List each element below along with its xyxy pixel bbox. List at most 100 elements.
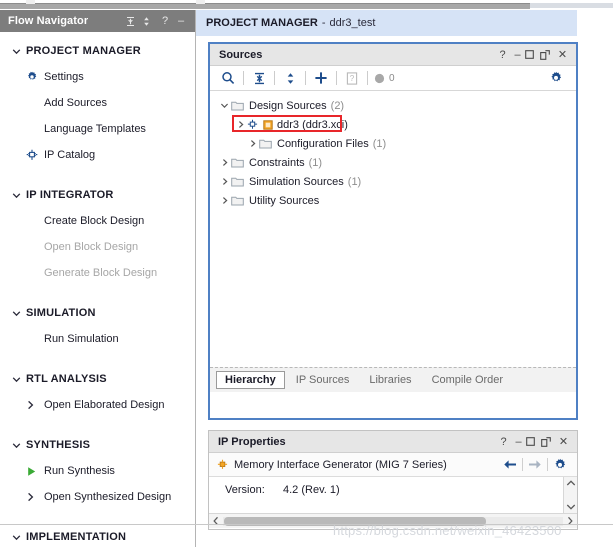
plus-icon[interactable] [309, 66, 333, 90]
flow-navigator-body: PROJECT MANAGER Settings Add Sources Lan… [0, 32, 195, 547]
sidebar-section-simulation[interactable]: SIMULATION [0, 300, 195, 326]
maximize-icon[interactable] [525, 50, 540, 59]
sidebar-item-run-synthesis[interactable]: Run Synthesis [0, 458, 195, 484]
tab-ip-sources[interactable]: IP Sources [287, 371, 359, 389]
report-icon[interactable]: ? [340, 66, 364, 90]
horizontal-scrollbar[interactable] [209, 513, 577, 528]
sidebar-section-label: IP INTEGRATOR [26, 189, 114, 201]
sidebar-item-label: Run Simulation [44, 333, 119, 345]
tab-libraries[interactable]: Libraries [360, 371, 420, 389]
svg-text:?: ? [350, 74, 355, 83]
status-count-group[interactable]: 0 [371, 73, 395, 84]
top-right-band [530, 3, 613, 8]
twisty-collapsed-icon[interactable] [218, 177, 231, 186]
bottom-divider-right [196, 524, 613, 525]
status-count: 0 [389, 72, 395, 84]
run-icon [26, 466, 44, 477]
help-icon[interactable]: ? [496, 431, 511, 453]
sidebar-item-label: Language Templates [44, 123, 146, 135]
twisty-collapsed-icon[interactable] [218, 196, 231, 205]
expand-all-icon[interactable] [278, 66, 302, 90]
gear-icon[interactable] [550, 458, 570, 472]
folder-icon [231, 157, 244, 168]
tree-node-label: Utility Sources [249, 194, 320, 207]
ip-catalog-icon [26, 149, 44, 161]
sidebar-item-ip-catalog[interactable]: IP Catalog [0, 142, 195, 168]
sidebar-section-label: RTL ANALYSIS [26, 373, 107, 385]
sidebar-item-settings[interactable]: Settings [0, 64, 195, 90]
folder-icon [231, 176, 244, 187]
sidebar-section-label: SYNTHESIS [26, 439, 91, 451]
tree-row[interactable]: Design Sources (2) [210, 96, 576, 115]
sidebar-item-generate-block-design: Generate Block Design [0, 260, 195, 286]
sidebar-item-language-templates[interactable]: Language Templates [0, 116, 195, 142]
tree-node-label: Configuration Files [277, 137, 369, 150]
tree-row[interactable]: Utility Sources [210, 191, 576, 210]
tab-hierarchy[interactable]: Hierarchy [216, 371, 285, 389]
tree-row[interactable]: ddr3 (ddr3.xci) [210, 115, 576, 134]
top-notch-right [196, 0, 205, 4]
minimize-icon[interactable]: – [511, 431, 526, 453]
sidebar-item-add-sources[interactable]: Add Sources [0, 90, 195, 116]
sidebar-item-label: Settings [44, 71, 84, 83]
ip-status-icon [263, 119, 273, 130]
collapse-all-icon[interactable] [247, 66, 271, 90]
help-icon[interactable]: ? [495, 44, 510, 66]
sidebar-section-project-manager[interactable]: PROJECT MANAGER [0, 38, 195, 64]
back-arrow-icon[interactable] [500, 459, 520, 470]
chevron-right-icon [26, 492, 44, 502]
ip-properties-panel: IP Properties ? – ✕ Memory Interface Gen… [208, 430, 578, 530]
property-value: 4.2 (Rev. 1) [283, 484, 340, 496]
sidebar-item-open-synthesized-design[interactable]: Open Synthesized Design [0, 484, 195, 510]
ip-core-icon [217, 459, 228, 470]
gear-icon[interactable] [544, 66, 568, 90]
sidebar-section-label: IMPLEMENTATION [26, 531, 127, 543]
scroll-up-icon[interactable] [566, 479, 576, 487]
sidebar-item-open-elaborated-design[interactable]: Open Elaborated Design [0, 392, 195, 418]
ip-core-icon [247, 119, 258, 130]
tree-row[interactable]: Simulation Sources (1) [210, 172, 576, 191]
float-icon[interactable] [540, 49, 555, 60]
toolbar-separator [243, 71, 244, 85]
close-icon[interactable]: ✕ [555, 44, 570, 66]
sidebar-item-run-simulation[interactable]: Run Simulation [0, 326, 195, 352]
tree-node-count: (1) [347, 175, 362, 188]
maximize-icon[interactable] [526, 437, 541, 446]
scroll-down-icon[interactable] [566, 503, 576, 511]
sidebar-section-synthesis[interactable]: SYNTHESIS [0, 432, 195, 458]
main-area: PROJECT MANAGER - ddr3_test Sources ? – … [196, 10, 613, 547]
minimize-icon[interactable]: – [510, 44, 525, 66]
twisty-collapsed-icon[interactable] [246, 139, 259, 148]
search-icon[interactable] [216, 66, 240, 90]
minimize-icon[interactable]: – [173, 10, 189, 32]
chevron-down-icon [12, 47, 26, 56]
flow-navigator-title: Flow Navigator [8, 15, 89, 27]
twisty-collapsed-icon[interactable] [234, 120, 247, 129]
tree-row[interactable]: Configuration Files (1) [210, 134, 576, 153]
sidebar-section-label: PROJECT MANAGER [26, 45, 141, 57]
expand-icon[interactable] [141, 16, 157, 27]
chevron-down-icon [12, 533, 26, 542]
twisty-collapsed-icon[interactable] [218, 158, 231, 167]
vertical-scrollbar[interactable] [563, 477, 577, 513]
sources-tree[interactable]: Design Sources (2) ddr3 (ddr3.xci) Confi… [210, 91, 576, 392]
close-icon[interactable]: ✕ [556, 431, 571, 453]
sidebar-item-create-block-design[interactable]: Create Block Design [0, 208, 195, 234]
sidebar-item-label: Generate Block Design [44, 267, 158, 279]
sidebar-section-ip-integrator[interactable]: IP INTEGRATOR [0, 182, 195, 208]
twisty-expanded-icon[interactable] [218, 101, 231, 110]
sources-titlebar: Sources ? – ✕ [210, 44, 576, 66]
sidebar-section-rtl-analysis[interactable]: RTL ANALYSIS [0, 366, 195, 392]
tree-row[interactable]: Constraints (1) [210, 153, 576, 172]
float-icon[interactable] [541, 436, 556, 447]
tree-node-count: (2) [330, 99, 345, 112]
chevron-right-icon [26, 400, 44, 410]
collapse-icon[interactable] [125, 16, 141, 27]
chevron-down-icon [12, 375, 26, 384]
tree-node-label: Constraints [249, 156, 305, 169]
help-icon[interactable]: ? [157, 10, 173, 32]
toolbar-separator [274, 71, 275, 85]
tab-compile-order[interactable]: Compile Order [423, 371, 513, 389]
sidebar-item-label: IP Catalog [44, 149, 96, 161]
sidebar-section-implementation[interactable]: IMPLEMENTATION [0, 524, 195, 547]
